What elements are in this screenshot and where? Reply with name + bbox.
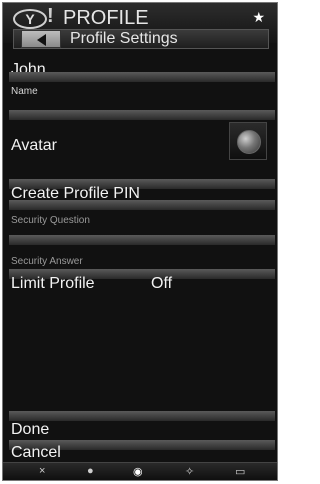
back-button[interactable]: [21, 30, 61, 48]
globe-icon: [237, 130, 261, 154]
security-answer-field[interactable]: Security Answer: [11, 256, 83, 267]
eye-icon[interactable]: ◉: [133, 465, 143, 478]
yahoo-logo-icon: Y: [13, 9, 47, 29]
divider: [9, 200, 275, 210]
done-button[interactable]: Done: [11, 421, 49, 439]
star-icon[interactable]: ★: [252, 9, 265, 26]
yahoo-exclamation-icon: !: [47, 5, 54, 27]
app-title: PROFILE: [63, 7, 149, 29]
cancel-button[interactable]: Cancel: [11, 444, 61, 462]
divider: [9, 411, 275, 421]
app-frame: Y ! PROFILE ★ Profile Settings John Name…: [2, 2, 278, 481]
limit-profile-label[interactable]: Limit Profile: [11, 275, 95, 293]
footer-bar: × ● ◉ ✧ ▭: [3, 462, 277, 480]
security-question-field[interactable]: Security Question: [11, 215, 90, 226]
limit-profile-value[interactable]: Off: [151, 275, 172, 293]
page-title: Profile Settings: [70, 30, 178, 47]
avatar-label[interactable]: Avatar: [11, 137, 57, 155]
back-arrow-icon: [37, 34, 46, 46]
divider: [9, 110, 275, 120]
spark-icon[interactable]: ✧: [185, 465, 194, 478]
panel-icon[interactable]: ▭: [235, 465, 245, 478]
name-label: Name: [11, 86, 38, 97]
divider: [9, 235, 275, 245]
circle-icon[interactable]: ●: [87, 465, 94, 477]
avatar[interactable]: [229, 122, 267, 160]
close-icon[interactable]: ×: [39, 465, 45, 477]
name-field-underline: [9, 72, 275, 82]
